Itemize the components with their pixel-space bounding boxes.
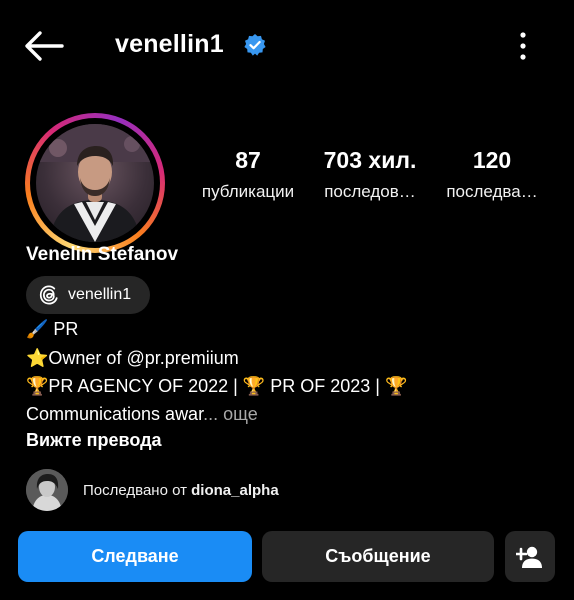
stat-followers-label: последов…	[324, 182, 416, 201]
vertical-dots-icon	[520, 32, 526, 60]
top-bar: venellin1	[0, 0, 574, 90]
threads-link-button[interactable]: venellin1	[26, 276, 150, 314]
stat-posts-label: публикации	[201, 182, 295, 201]
profile-avatar	[36, 124, 154, 242]
back-button[interactable]	[22, 28, 66, 64]
followed-by-text: Последвано от diona_alpha	[83, 482, 279, 499]
profile-full-name: Venelin Stefanov	[26, 244, 179, 265]
followed-by-user: diona_alpha	[191, 482, 279, 499]
bio-line-4-text: Communications awar	[26, 404, 204, 424]
more-options-button[interactable]	[508, 30, 538, 62]
bio-line-2: ⭐Owner of @pr.premiium	[26, 348, 239, 368]
verified-badge-icon	[244, 34, 266, 56]
stat-followers-value: 703 хил.	[323, 147, 417, 173]
follow-button[interactable]: Следване	[18, 531, 252, 582]
bio-more-link[interactable]: ... още	[203, 404, 258, 424]
stat-posts-value: 87	[235, 147, 261, 173]
mutual-follower-avatar	[26, 469, 68, 511]
bio-line-1: 🖌️ PR	[26, 319, 79, 339]
stat-following[interactable]: 120 последва…	[446, 147, 537, 202]
profile-username: venellin1	[115, 30, 224, 58]
stat-following-value: 120	[472, 147, 512, 173]
suggest-people-button[interactable]	[505, 531, 555, 582]
bio-line-4: Communications awar... още	[26, 401, 258, 428]
followed-by-row[interactable]: Последвано от diona_alpha	[26, 469, 426, 513]
add-person-icon	[516, 546, 542, 568]
followed-by-prefix: Последвано от	[83, 482, 192, 499]
threads-handle: venellin1	[68, 286, 132, 303]
message-button[interactable]: Съобщение	[262, 531, 494, 582]
back-arrow-icon	[25, 31, 64, 61]
profile-avatar-story-ring[interactable]	[25, 113, 165, 253]
stat-posts[interactable]: 87 публикации	[202, 147, 294, 202]
threads-icon	[39, 285, 58, 305]
see-translation-link[interactable]: Вижте превода	[26, 430, 162, 451]
stat-following-label: последва…	[446, 182, 538, 201]
avatar-portrait-illustration	[36, 124, 154, 242]
stat-followers[interactable]: 703 хил. последов…	[318, 147, 422, 202]
bio-line-3: 🏆PR AGENCY OF 2022 | 🏆 PR OF 2023 | 🏆	[26, 376, 408, 396]
